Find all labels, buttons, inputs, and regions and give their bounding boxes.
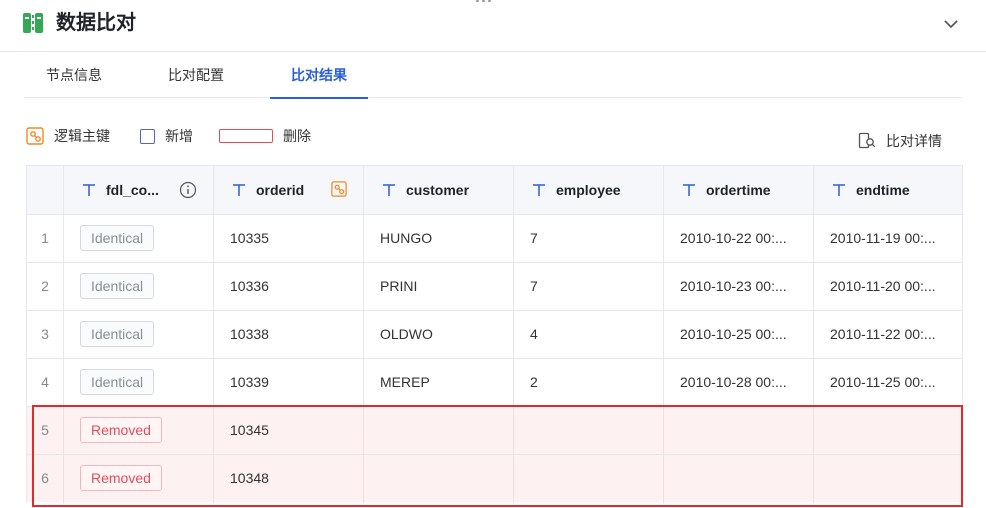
added-swatch [140, 128, 155, 144]
row-index: 3 [27, 311, 64, 359]
ordertime-cell: 2010-10-22 00:... [664, 215, 814, 263]
page-title: 数据比对 [56, 12, 136, 34]
orderid-cell: 10345 [214, 407, 364, 455]
header-customer[interactable]: customer [364, 166, 514, 214]
tab-compare-result[interactable]: 比对结果 [270, 52, 368, 99]
employee-cell: 7 [514, 263, 664, 311]
column-header-label: fdl_co... [106, 182, 159, 198]
status-badge: Identical [80, 273, 155, 299]
table-row[interactable]: 3 Identical 10338 OLDWO 4 2010-10-25 00:… [27, 310, 962, 359]
table-row-removed[interactable]: 6 Removed 10348 [27, 454, 962, 503]
info-icon[interactable] [179, 181, 197, 199]
legend-added-label: 新增 [165, 128, 193, 144]
text-type-icon [683, 184, 695, 196]
row-index: 2 [27, 263, 64, 311]
endtime-cell [814, 455, 962, 503]
orderid-cell: 10339 [214, 359, 364, 407]
header-employee[interactable]: employee [514, 166, 664, 214]
table-row[interactable]: 4 Identical 10339 MEREP 2 2010-10-28 00:… [27, 358, 962, 407]
status-cell: Identical [64, 311, 214, 359]
status-badge: Identical [80, 225, 155, 251]
customer-cell [364, 407, 514, 455]
status-badge: Identical [80, 369, 155, 395]
endtime-cell: 2010-11-22 00:... [830, 326, 936, 342]
detail-search-icon [858, 132, 876, 149]
ordertime-cell: 2010-10-25 00:... [664, 311, 814, 359]
endtime-cell: 2010-11-19 00:... [830, 230, 936, 246]
chevron-down-icon[interactable] [940, 14, 962, 34]
legend-deleted-label: 删除 [283, 128, 311, 144]
table-row-removed[interactable]: 5 Removed 10345 [27, 406, 962, 455]
legend: 逻辑主键 新增 删除 [26, 126, 311, 146]
ordertime-cell: 2010-10-23 00:... [664, 263, 814, 311]
header-fdl-compare[interactable]: fdl_co... [64, 166, 214, 214]
status-badge: Removed [80, 417, 162, 443]
row-index: 6 [27, 455, 64, 503]
compare-detail-button[interactable]: 比对详情 [858, 130, 942, 152]
compare-icon [23, 13, 43, 33]
primary-key-icon [26, 127, 44, 145]
column-header-label: orderid [256, 182, 305, 198]
column-header-label: ordertime [706, 182, 771, 198]
column-header-label: customer [406, 182, 470, 198]
employee-cell [514, 407, 664, 455]
ordertime-cell [664, 407, 814, 455]
row-index: 5 [27, 407, 64, 455]
endtime-cell: 2010-11-25 00:... [830, 374, 936, 390]
endtime-cell [814, 407, 962, 455]
header-ordertime[interactable]: ordertime [664, 166, 814, 214]
column-header-label: endtime [856, 182, 910, 198]
legend-primary-key-label: 逻辑主键 [54, 128, 110, 144]
customer-cell: PRINI [364, 263, 514, 311]
panel-header: 数据比对 [0, 0, 986, 52]
text-type-icon [83, 184, 95, 196]
compare-detail-label: 比对详情 [886, 133, 942, 149]
deleted-swatch [219, 129, 273, 143]
status-cell: Identical [64, 215, 214, 263]
customer-cell: MEREP [364, 359, 514, 407]
customer-cell: OLDWO [364, 311, 514, 359]
employee-cell: 2 [514, 359, 664, 407]
header-endtime[interactable]: endtime [814, 166, 962, 214]
text-type-icon [233, 184, 245, 196]
tab-compare-config[interactable]: 比对配置 [166, 52, 226, 98]
ordertime-cell: 2010-10-28 00:... [664, 359, 814, 407]
customer-cell: HUNGO [364, 215, 514, 263]
status-badge: Identical [80, 321, 155, 347]
status-cell: Removed [64, 455, 214, 503]
orderid-cell: 10336 [214, 263, 364, 311]
employee-cell: 4 [514, 311, 664, 359]
text-type-icon [533, 184, 545, 196]
orderid-cell: 10335 [214, 215, 364, 263]
employee-cell: 7 [514, 215, 664, 263]
endtime-cell: 2010-11-20 00:... [830, 278, 936, 294]
status-cell: Identical [64, 359, 214, 407]
status-cell: Removed [64, 407, 214, 455]
header-index [27, 166, 64, 214]
tab-node-info[interactable]: 节点信息 [44, 52, 104, 98]
status-badge: Removed [80, 465, 162, 491]
header-orderid[interactable]: orderid [214, 166, 364, 214]
ordertime-cell [664, 455, 814, 503]
orderid-cell: 10338 [214, 311, 364, 359]
primary-key-icon [331, 181, 347, 197]
result-table: fdl_co... orderid customer employee orde… [26, 165, 963, 503]
column-header-label: employee [556, 182, 621, 198]
table-row[interactable]: 2 Identical 10336 PRINI 7 2010-10-23 00:… [27, 262, 962, 311]
orderid-cell: 10348 [214, 455, 364, 503]
status-cell: Identical [64, 263, 214, 311]
employee-cell [514, 455, 664, 503]
tab-bar: 节点信息 比对配置 比对结果 [24, 52, 962, 99]
table-row[interactable]: 1 Identical 10335 HUNGO 7 2010-10-22 00:… [27, 214, 962, 263]
row-index: 1 [27, 215, 64, 263]
customer-cell [364, 455, 514, 503]
text-type-icon [383, 184, 395, 196]
row-index: 4 [27, 359, 64, 407]
text-type-icon [833, 184, 845, 196]
